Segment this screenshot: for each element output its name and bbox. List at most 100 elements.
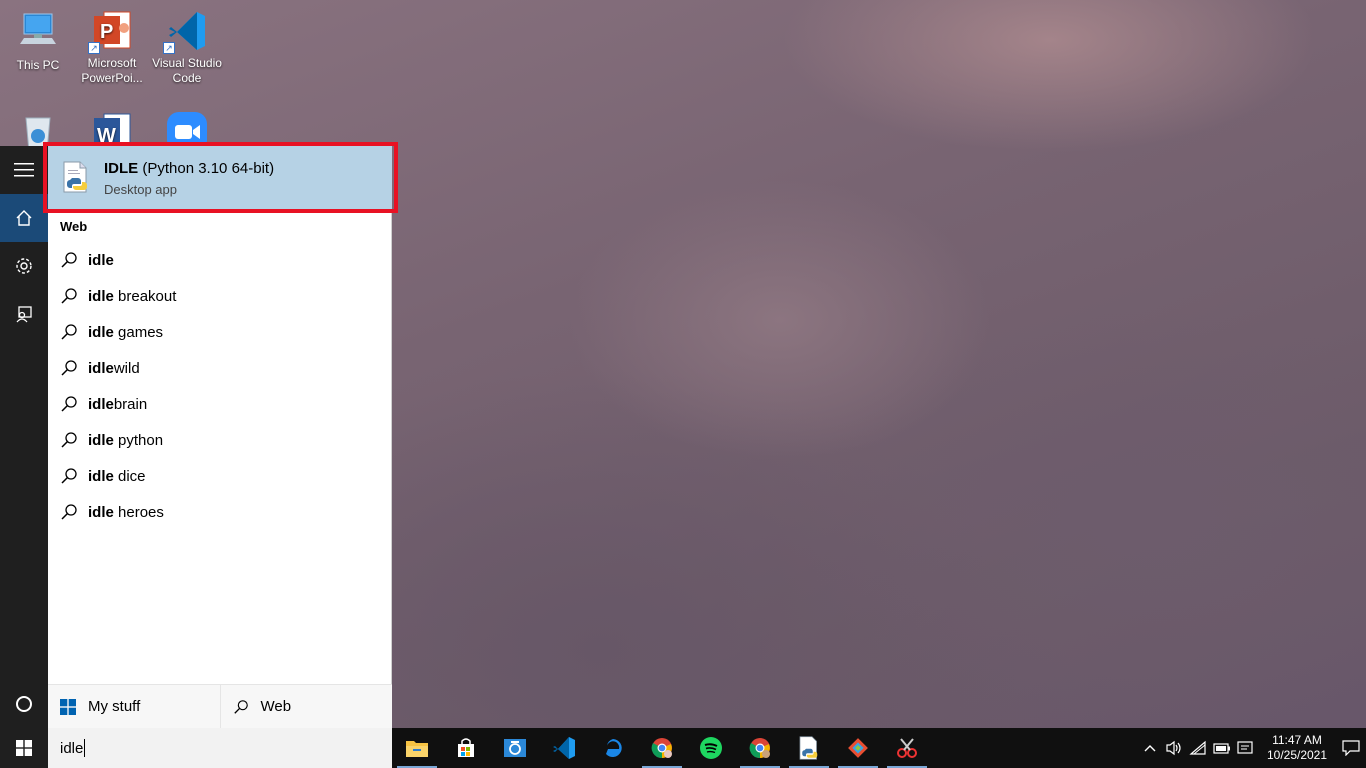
taskbar-file-explorer[interactable] <box>393 728 441 768</box>
web-result-item[interactable]: idle breakout <box>48 278 392 314</box>
taskbar-clock[interactable]: 11:47 AM 10/25/2021 <box>1258 733 1336 763</box>
web-result-bold: idle <box>88 323 114 341</box>
web-result-bold: idle <box>88 467 114 485</box>
spotify-icon <box>700 737 722 759</box>
svg-text:P: P <box>100 21 113 43</box>
best-match-title-bold: IDLE <box>104 160 139 177</box>
desktop-icon-recycle-bin[interactable] <box>0 110 76 146</box>
web-result-item[interactable]: idlewild <box>48 350 392 386</box>
snipping-tool-icon <box>897 738 917 758</box>
clock-time: 11:47 AM <box>1272 733 1322 747</box>
desktop-icon-label: This PC <box>16 58 60 72</box>
taskbar-spotify[interactable] <box>687 728 735 768</box>
start-button[interactable] <box>0 728 48 768</box>
web-result-item[interactable]: idle heroes <box>48 494 392 530</box>
battery-button[interactable] <box>1210 728 1234 768</box>
windows-logo-icon <box>16 740 32 756</box>
web-result-bold: idle <box>88 431 114 449</box>
camera-icon <box>504 739 526 757</box>
search-icon <box>61 396 77 412</box>
volume-icon <box>1166 740 1181 756</box>
zoom-icon <box>165 110 209 146</box>
desktop-icon-label: Visual Studio Code <box>152 56 222 85</box>
web-result-bold: idle <box>88 251 114 269</box>
git-icon <box>848 738 868 758</box>
taskbar: 11:47 AM 10/25/2021 <box>392 728 1366 768</box>
battery-icon <box>1213 743 1230 754</box>
search-input[interactable]: idle <box>48 728 392 768</box>
taskbar-python-idle[interactable] <box>785 728 833 768</box>
desktop-icon-zoom[interactable] <box>149 110 225 146</box>
file-explorer-icon <box>406 741 428 757</box>
hamburger-icon <box>14 163 34 177</box>
web-result-bold: idle <box>88 359 114 377</box>
start-sidebar <box>0 146 48 768</box>
web-result-rest: games <box>113 323 164 341</box>
desktop-icon-word[interactable]: W <box>74 110 150 146</box>
this-pc-icon <box>16 10 60 54</box>
word-icon: W <box>90 110 134 146</box>
feedback-button[interactable] <box>0 290 48 338</box>
taskbar-git[interactable] <box>834 728 882 768</box>
recycle-bin-icon <box>16 110 60 146</box>
web-result-rest: brain <box>113 395 148 413</box>
windows-logo-icon <box>60 698 76 715</box>
system-tray: 11:47 AM 10/25/2021 <box>1138 728 1366 768</box>
python-idle-icon <box>799 736 818 760</box>
volume-button[interactable] <box>1162 728 1186 768</box>
web-result-item[interactable]: idle games <box>48 314 392 350</box>
desktop-icon-vscode[interactable]: ↗ Visual Studio Code <box>149 8 225 86</box>
show-hidden-icons-button[interactable] <box>1138 728 1162 768</box>
feedback-icon <box>16 306 32 323</box>
web-result-bold: idle <box>88 503 114 521</box>
python-idle-icon <box>60 160 92 194</box>
vscode-icon <box>553 737 575 759</box>
chrome-icon <box>651 738 672 759</box>
taskbar-chrome-2[interactable] <box>736 728 784 768</box>
search-scope-tabs: My stuff Web <box>48 684 392 728</box>
cortana-button[interactable] <box>0 680 48 728</box>
taskbar-snipping-tool[interactable] <box>883 728 931 768</box>
search-icon <box>233 699 248 714</box>
settings-button[interactable] <box>0 242 48 290</box>
edge-icon <box>606 739 622 757</box>
best-match-result[interactable]: IDLE (Python 3.10 64-bit) Desktop app <box>48 146 392 210</box>
tab-my-stuff[interactable]: My stuff <box>48 685 221 728</box>
taskbar-camera[interactable] <box>491 728 539 768</box>
best-match-subtitle: Desktop app <box>104 182 177 197</box>
taskbar-chrome-1[interactable] <box>638 728 686 768</box>
web-result-rest: python <box>113 431 164 449</box>
web-result-item[interactable]: idle dice <box>48 458 392 494</box>
shortcut-arrow-icon: ↗ <box>88 42 100 54</box>
web-section-heading: Web <box>60 219 88 234</box>
tab-web[interactable]: Web <box>221 685 393 728</box>
best-match-title-rest: (Python 3.10 64-bit) <box>138 160 275 177</box>
clock-date: 10/25/2021 <box>1266 748 1328 762</box>
tab-web-label: Web <box>260 698 292 715</box>
hamburger-menu-button[interactable] <box>0 146 48 194</box>
web-result-item[interactable]: idle <box>48 242 392 278</box>
taskbar-vscode[interactable] <box>540 728 588 768</box>
web-result-bold: idle <box>88 287 114 305</box>
wifi-icon <box>1189 740 1206 755</box>
taskbar-store[interactable] <box>442 728 490 768</box>
web-result-item[interactable]: idlebrain <box>48 386 392 422</box>
home-button[interactable] <box>0 194 48 242</box>
desktop-icon-this-pc[interactable]: This PC <box>0 10 76 73</box>
tab-my-stuff-label: My stuff <box>88 698 141 715</box>
text-caret <box>84 739 86 757</box>
network-button[interactable] <box>1186 728 1210 768</box>
web-result-item[interactable]: idle python <box>48 422 392 458</box>
taskbar-edge[interactable] <box>589 728 637 768</box>
web-result-bold: idle <box>88 395 114 413</box>
web-result-rest: wild <box>113 359 140 377</box>
search-icon <box>61 504 77 520</box>
vscode-icon: ↗ <box>163 8 209 54</box>
desktop-icon-label: Microsoft PowerPoi... <box>81 56 143 85</box>
desktop-icon-powerpoint[interactable]: P ↗ Microsoft PowerPoi... <box>74 8 150 86</box>
input-indicator-icon <box>1237 741 1253 754</box>
action-center-button[interactable] <box>1336 728 1366 768</box>
language-button[interactable] <box>1234 728 1258 768</box>
search-icon <box>61 252 77 268</box>
search-input-value: idle <box>60 739 84 757</box>
